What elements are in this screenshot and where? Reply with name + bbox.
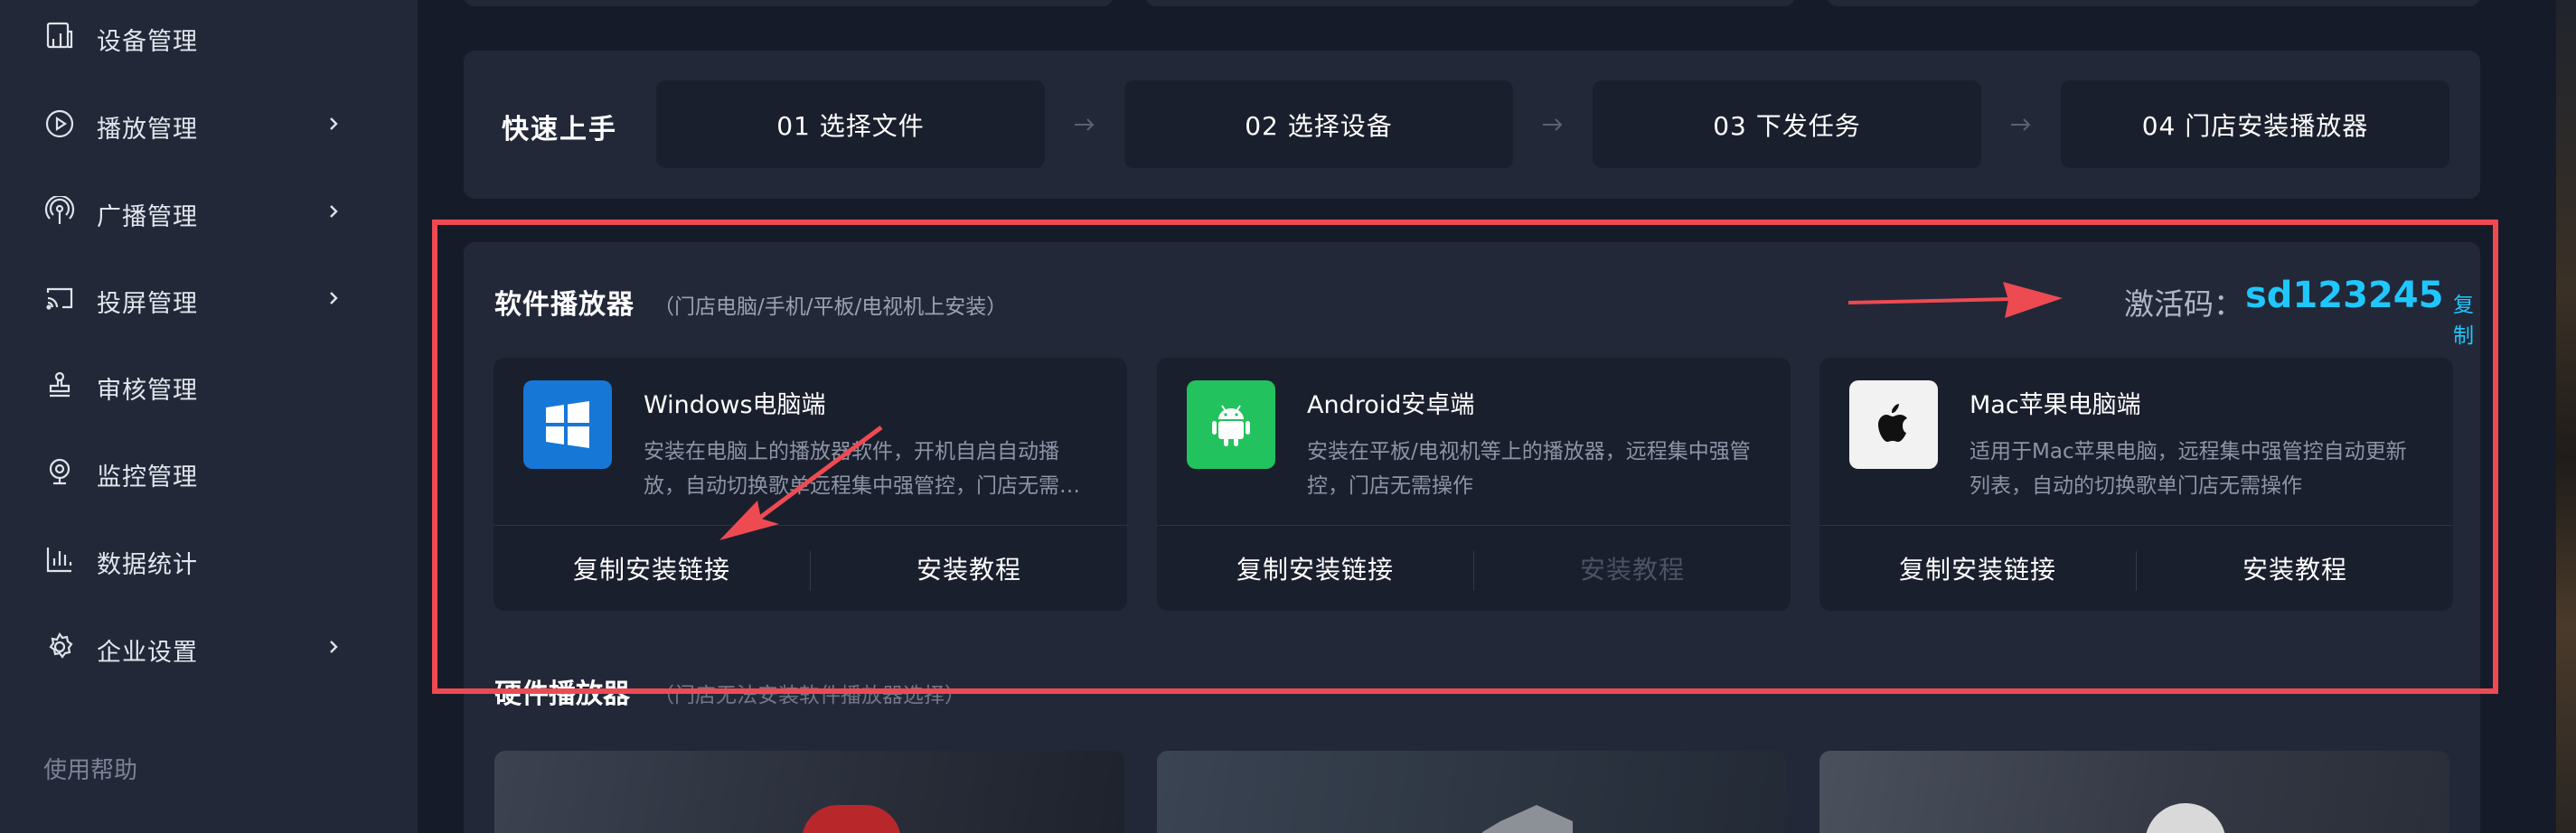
chevron-right-icon	[325, 116, 342, 132]
card-description: 安装在电脑上的播放器软件，开机自启自动播放，自动切换歌单远程集中强管控，门店无需…	[644, 440, 1080, 498]
install-tutorial-button[interactable]: 安装教程	[811, 526, 1127, 611]
sidebar-item-label: 播放管理	[97, 116, 198, 144]
chevron-right-icon	[325, 290, 342, 306]
arrow-right-icon	[2008, 114, 2034, 136]
sidebar-item-broadcast[interactable]: 广播管理	[0, 175, 418, 248]
apple-icon	[1849, 380, 1938, 469]
product-image	[802, 805, 901, 833]
hardware-section-title: 硬件播放器	[494, 679, 630, 710]
bar-chart-icon	[43, 543, 76, 576]
camera-icon	[43, 455, 76, 488]
sidebar-item-label: 企业设置	[97, 639, 198, 667]
card-title: Android安卓端	[1307, 391, 1475, 419]
sidebar: 设备管理 播放管理 广播管理 投屏管理 审核管理 监控管理 数据统计 企业设置 …	[0, 0, 418, 833]
sidebar-item-monitor[interactable]: 监控管理	[0, 435, 418, 508]
sidebar-item-label: 广播管理	[97, 203, 198, 231]
help-link[interactable]: 使用帮助	[43, 752, 137, 785]
section-subtitle: （门店电脑/手机/平板/电视机上安装）	[653, 295, 1008, 319]
hardware-card-image[interactable]	[1157, 751, 1787, 833]
hardware-card-image[interactable]	[494, 751, 1124, 833]
chevron-right-icon	[325, 639, 342, 655]
step-dispatch-task[interactable]: 03 下发任务	[1593, 80, 1981, 168]
hardware-section-subtitle: （门店无法安装软件播放器选择）	[653, 684, 965, 707]
sidebar-item-label: 监控管理	[97, 463, 198, 491]
install-tutorial-button: 安装教程	[1579, 555, 1685, 585]
sidebar-item-label: 设备管理	[97, 28, 198, 56]
player-card-mac: Mac苹果电脑端 适用于Mac苹果电脑，远程集中强管控自动更新列表，自动的切换歌…	[1819, 358, 2453, 611]
cast-icon	[43, 282, 76, 314]
step-select-file[interactable]: 01 选择文件	[656, 80, 1045, 168]
background-photo-strip	[2556, 0, 2576, 833]
product-image	[1482, 805, 1573, 833]
quickstart-title: 快速上手	[502, 114, 617, 145]
player-card-windows: Windows电脑端 安装在电脑上的播放器软件，开机自启自动播放，自动切换歌单远…	[494, 358, 1127, 611]
arrow-right-icon	[1540, 114, 1565, 136]
android-icon	[1187, 380, 1275, 469]
sidebar-item-device[interactable]: 设备管理	[0, 0, 418, 72]
activation-code: sd123245	[2245, 275, 2444, 316]
copy-install-link-button[interactable]: 复制安装链接	[1157, 526, 1473, 611]
card-title: Mac苹果电脑端	[1970, 391, 2141, 419]
install-tutorial-button[interactable]: 安装教程	[2137, 526, 2453, 611]
copy-activation-button[interactable]: 复制	[2453, 287, 2480, 349]
top-card-remnant	[1145, 0, 1795, 6]
sidebar-item-stats[interactable]: 数据统计	[0, 523, 418, 595]
card-description: 适用于Mac苹果电脑，远程集中强管控自动更新列表，自动的切换歌单门店无需操作	[1970, 440, 2407, 498]
play-icon	[43, 108, 76, 140]
sidebar-item-play[interactable]: 播放管理	[0, 88, 418, 160]
sidebar-item-label: 数据统计	[97, 551, 198, 579]
copy-install-link-button[interactable]: 复制安装链接	[1819, 526, 2136, 611]
top-card-remnant	[1827, 0, 2480, 6]
card-description: 安装在平板/电视机等上的播放器，远程集中强管控，门店无需操作	[1307, 440, 1751, 498]
arrow-right-icon	[1072, 114, 1097, 136]
main-content: 快速上手 01 选择文件 02 选择设备 03 下发任务 04 门店安装播放器 …	[418, 0, 2524, 833]
section-title: 软件播放器	[494, 289, 635, 321]
card-title: Windows电脑端	[644, 391, 826, 419]
chevron-right-icon	[325, 203, 342, 220]
gear-icon	[43, 631, 76, 663]
product-image	[2145, 803, 2226, 833]
sidebar-item-label: 审核管理	[97, 377, 198, 405]
software-player-section: 软件播放器 （门店电脑/手机/平板/电视机上安装） 激活码： sd123245 …	[464, 242, 2480, 833]
quickstart-panel: 快速上手 01 选择文件 02 选择设备 03 下发任务 04 门店安装播放器	[464, 51, 2480, 199]
activation-label: 激活码：	[2124, 286, 2243, 322]
sidebar-item-cast[interactable]: 投屏管理	[0, 262, 418, 334]
top-card-remnant	[464, 0, 1114, 6]
sidebar-item-review[interactable]: 审核管理	[0, 349, 418, 421]
player-card-android: Android安卓端 安装在平板/电视机等上的播放器，远程集中强管控，门店无需操…	[1157, 358, 1791, 611]
device-icon	[43, 20, 76, 52]
sidebar-item-label: 投屏管理	[97, 290, 198, 318]
windows-icon	[523, 380, 612, 469]
stamp-icon	[43, 369, 76, 401]
step-select-device[interactable]: 02 选择设备	[1124, 80, 1513, 168]
broadcast-icon	[43, 195, 76, 228]
step-install-player[interactable]: 04 门店安装播放器	[2061, 80, 2449, 168]
hardware-card-image[interactable]	[1819, 751, 2449, 833]
copy-install-link-button[interactable]: 复制安装链接	[494, 526, 810, 611]
sidebar-item-settings[interactable]: 企业设置	[0, 611, 418, 683]
